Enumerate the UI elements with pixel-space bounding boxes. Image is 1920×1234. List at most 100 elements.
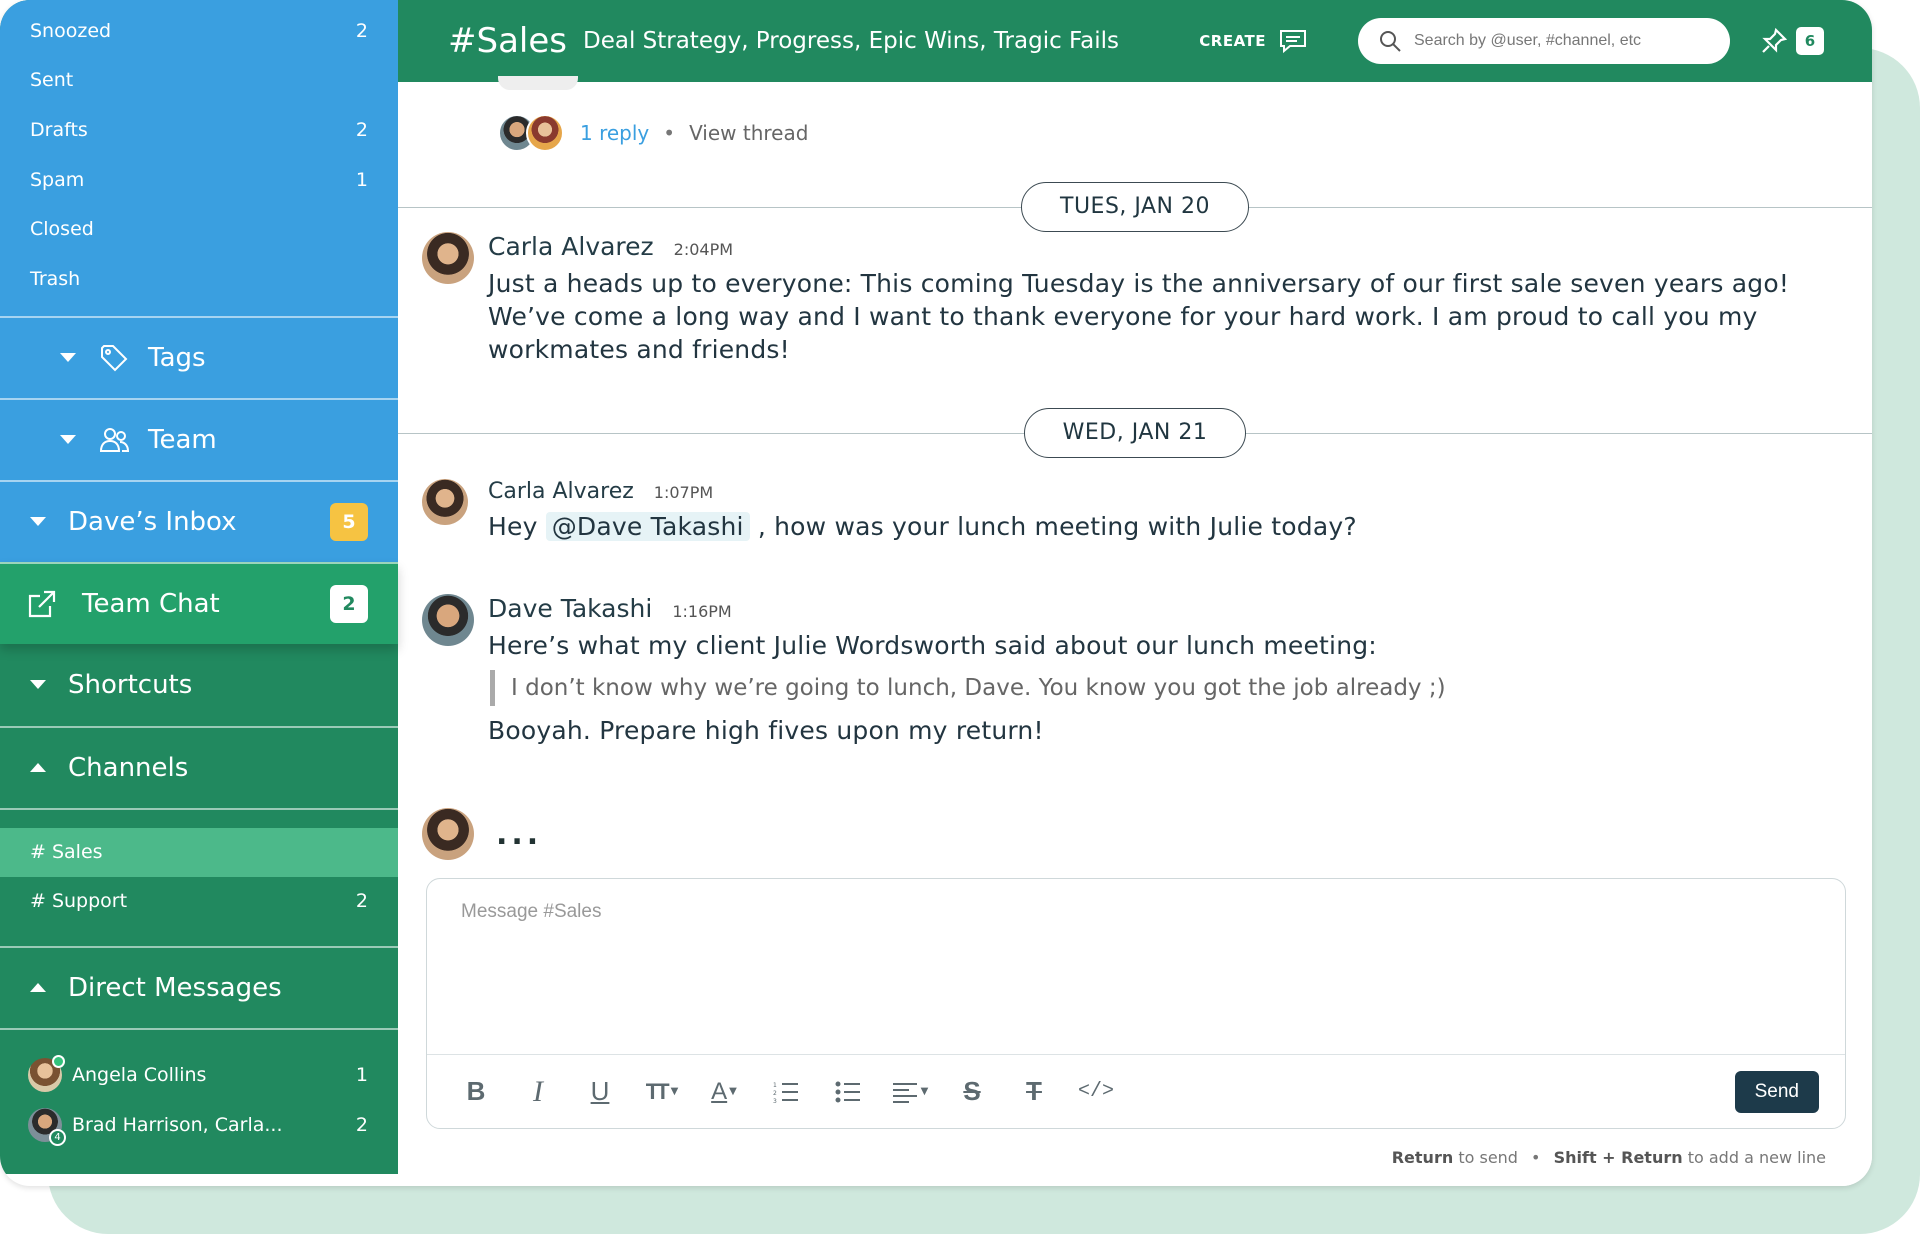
sidebar-item-label: Snoozed bbox=[30, 19, 112, 42]
group-size-badge: 4 bbox=[49, 1128, 66, 1146]
team-icon bbox=[98, 424, 130, 456]
dm-item-group[interactable]: 4 Brad Harrison, Carla... 2 bbox=[0, 1100, 398, 1150]
text-size-icon: TT bbox=[645, 1078, 670, 1104]
sidebar-item-spam[interactable]: Spam 1 bbox=[0, 155, 398, 205]
bullet-list-icon bbox=[835, 1081, 860, 1102]
message-text-part: , how was your lunch meeting with Julie … bbox=[757, 512, 1357, 541]
sidebar-section-shortcuts[interactable]: Shortcuts bbox=[0, 644, 398, 726]
mail-folder-list: Snoozed 2 Sent Drafts 2 Spam 1 Closed Tr… bbox=[0, 0, 398, 316]
text-color-button[interactable]: A ▼ bbox=[693, 1068, 755, 1116]
avatar[interactable] bbox=[422, 232, 474, 284]
text-size-button[interactable]: TT ▼ bbox=[631, 1068, 693, 1116]
message: Dave Takashi 1:16PM Here’s what my clien… bbox=[422, 594, 1812, 747]
chat-bubble-icon bbox=[1280, 30, 1306, 54]
avatar[interactable] bbox=[422, 479, 468, 525]
sidebar-section-channels[interactable]: Channels bbox=[0, 725, 398, 808]
code-button[interactable]: </> bbox=[1065, 1068, 1127, 1116]
date-label: TUES, JAN 20 bbox=[1021, 182, 1249, 232]
align-button[interactable]: ▼ bbox=[879, 1068, 941, 1116]
user-mention[interactable]: @Dave Takashi bbox=[545, 512, 750, 541]
message-input[interactable] bbox=[427, 879, 1845, 1053]
sidebar-section-label: Shortcuts bbox=[68, 669, 193, 700]
channel-label: # Support bbox=[30, 890, 128, 913]
message-composer: B I U TT ▼ A ▼ 123 bbox=[426, 878, 1846, 1129]
sidebar-section-label: Direct Messages bbox=[68, 972, 282, 1003]
reply-count-link[interactable]: 1 reply bbox=[580, 121, 649, 145]
sidebar: Snoozed 2 Sent Drafts 2 Spam 1 Closed Tr… bbox=[0, 0, 398, 1174]
message-author[interactable]: Dave Takashi bbox=[488, 594, 652, 623]
sidebar-item-drafts[interactable]: Drafts 2 bbox=[0, 105, 398, 155]
reaction-pill[interactable] bbox=[498, 76, 578, 90]
channel-count: 2 bbox=[355, 890, 368, 913]
sidebar-item-count: 2 bbox=[355, 19, 368, 42]
underline-button[interactable]: U bbox=[569, 1068, 631, 1116]
create-button[interactable]: CREATE bbox=[1199, 28, 1308, 54]
dm-count: 2 bbox=[355, 1113, 368, 1136]
search-bar[interactable] bbox=[1358, 18, 1730, 64]
message-body: Carla Alvarez 2:04PM Just a heads up to … bbox=[488, 232, 1812, 366]
sidebar-section-direct-messages[interactable]: Direct Messages bbox=[0, 945, 398, 1028]
date-divider: TUES, JAN 20 bbox=[398, 182, 1872, 232]
date-label: WED, JAN 21 bbox=[1023, 408, 1247, 458]
create-label: CREATE bbox=[1199, 32, 1266, 50]
caret-down-icon: ▼ bbox=[670, 1086, 679, 1097]
chat-main: #Sales Deal Strategy, Progress, Epic Win… bbox=[398, 0, 1872, 1186]
external-link-icon bbox=[26, 588, 58, 620]
channel-header: #Sales Deal Strategy, Progress, Epic Win… bbox=[398, 0, 1872, 82]
dm-label: Angela Collins bbox=[72, 1063, 207, 1086]
avatar bbox=[526, 114, 564, 152]
align-left-icon bbox=[892, 1082, 917, 1103]
ordered-list-button[interactable]: 123 bbox=[755, 1068, 817, 1116]
sidebar-section-team-chat[interactable]: Team Chat 2 bbox=[0, 561, 398, 644]
sidebar-section-daves-inbox[interactable]: Dave’s Inbox 5 bbox=[0, 479, 398, 562]
view-thread-link[interactable]: View thread bbox=[689, 121, 808, 145]
search-input[interactable] bbox=[1414, 32, 1694, 50]
message-author[interactable]: Carla Alvarez bbox=[488, 479, 634, 504]
sidebar-section-tags[interactable]: Tags bbox=[0, 315, 398, 398]
hint-text: to add a new line bbox=[1687, 1148, 1826, 1167]
channel-label: # Sales bbox=[30, 841, 103, 864]
clear-format-icon: T bbox=[1026, 1076, 1042, 1106]
svg-text:3: 3 bbox=[773, 1098, 777, 1103]
message-list: 1 reply • View thread TUES, JAN 20 Carla… bbox=[398, 76, 1872, 1186]
bold-button[interactable]: B bbox=[445, 1068, 507, 1116]
dm-label: Brad Harrison, Carla... bbox=[72, 1113, 283, 1136]
message-author[interactable]: Carla Alvarez bbox=[488, 232, 654, 261]
channel-item-support[interactable]: # Support 2 bbox=[0, 877, 398, 926]
pinned-button[interactable]: 6 bbox=[1760, 27, 1824, 55]
clear-format-button[interactable]: T bbox=[1003, 1068, 1065, 1116]
sidebar-section-team[interactable]: Team bbox=[0, 397, 398, 480]
channel-item-sales[interactable]: # Sales bbox=[0, 827, 398, 877]
pinned-count-badge: 6 bbox=[1796, 27, 1824, 55]
bullet-list-button[interactable] bbox=[817, 1068, 879, 1116]
separator: • bbox=[663, 121, 676, 145]
avatar[interactable] bbox=[422, 594, 474, 646]
message-meta: Carla Alvarez 2:04PM bbox=[488, 232, 1812, 261]
caret-down-icon: ▼ bbox=[920, 1086, 929, 1097]
unread-badge: 2 bbox=[330, 584, 368, 623]
chevron-down-icon bbox=[30, 680, 46, 690]
pin-icon bbox=[1762, 27, 1788, 53]
sidebar-item-snoozed[interactable]: Snoozed 2 bbox=[0, 6, 398, 56]
strikethrough-button[interactable]: S bbox=[941, 1068, 1003, 1116]
sidebar-item-sent[interactable]: Sent bbox=[0, 56, 398, 106]
app-window: Snoozed 2 Sent Drafts 2 Spam 1 Closed Tr… bbox=[0, 0, 1872, 1186]
dm-item-angela-collins[interactable]: Angela Collins 1 bbox=[0, 1050, 398, 1100]
keyboard-hint: Return to send • Shift + Return to add a… bbox=[1392, 1148, 1826, 1167]
message-text: Here’s what my client Julie Wordsworth s… bbox=[488, 631, 1377, 660]
avatar bbox=[28, 1054, 65, 1092]
chevron-up-icon bbox=[30, 763, 46, 773]
avatar bbox=[422, 808, 474, 860]
message-time: 2:04PM bbox=[673, 240, 734, 259]
sidebar-item-label: Sent bbox=[30, 69, 74, 92]
message: Carla Alvarez 1:07PM Hey @Dave Takashi ,… bbox=[422, 479, 1812, 543]
message-text: Booyah. Prepare high fives upon my retur… bbox=[488, 716, 1044, 745]
sidebar-section-label: Team Chat bbox=[82, 588, 220, 619]
sidebar-item-closed[interactable]: Closed bbox=[0, 204, 398, 254]
italic-button[interactable]: I bbox=[507, 1068, 569, 1116]
avatar: 4 bbox=[28, 1107, 66, 1146]
sidebar-item-trash[interactable]: Trash bbox=[0, 254, 398, 304]
send-button[interactable]: Send bbox=[1734, 1070, 1819, 1113]
typing-indicator: ... bbox=[422, 808, 542, 860]
channel-title: #Sales bbox=[448, 21, 567, 61]
